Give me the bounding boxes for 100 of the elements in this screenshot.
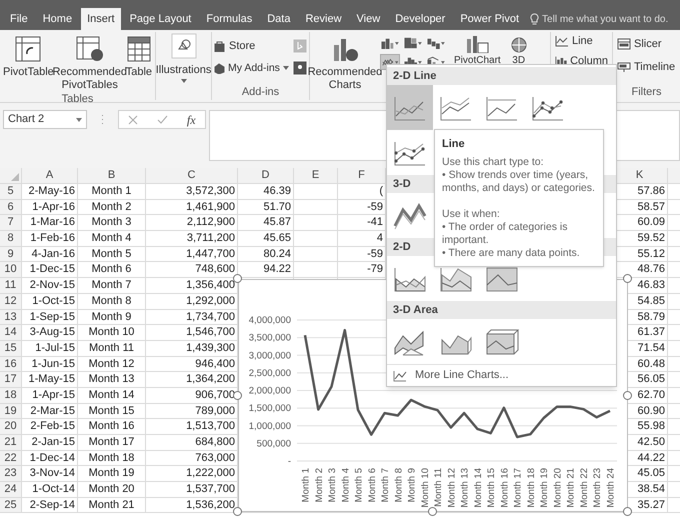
- table-cell: 1,461,900: [186, 200, 235, 213]
- table-cell: 55.98: [637, 420, 665, 432]
- table-cell: 1,439,300: [186, 342, 235, 354]
- table-cell: 1-Oct-14: [32, 483, 75, 496]
- table-cell: Month 7: [92, 279, 132, 292]
- table-cell: 2-Jan-15: [32, 436, 75, 448]
- table-cell: 789,000: [195, 404, 235, 417]
- table-cell: 45.65: [263, 232, 291, 244]
- x-axis-label: Month 15: [486, 468, 498, 508]
- table-cell: 3,572,300: [186, 185, 235, 197]
- x-axis-label: Month 6: [366, 468, 378, 502]
- table-cell: 56.05: [637, 373, 665, 386]
- group-label: Filters: [630, 85, 662, 100]
- table-cell: 71.54: [637, 342, 665, 354]
- table-cell: 2-May-16: [28, 185, 75, 197]
- section-header: 2-D Line: [387, 67, 616, 85]
- table-cell: Month 20: [88, 483, 134, 496]
- x-axis-label: Month 14: [472, 468, 484, 508]
- table-cell: Month 3: [92, 216, 132, 228]
- table-cell: 1-May-15: [28, 373, 75, 386]
- table-cell: 763,000: [195, 452, 235, 464]
- table-cell: 2-Sep-14: [30, 498, 75, 511]
- y-axis-label: 4,000,000: [248, 315, 291, 326]
- table-cell: 748,600: [195, 263, 235, 276]
- table-cell: 3-Nov-14: [30, 467, 75, 480]
- table-cell: 4: [376, 232, 383, 244]
- table-cell: Month 19: [88, 467, 134, 480]
- x-axis-label: Month 19: [539, 468, 550, 508]
- table-cell: Month 21: [88, 498, 134, 511]
- table-cell: Month 4: [92, 232, 132, 244]
- table-cell: 60.09: [637, 216, 665, 228]
- x-axis-label: Month 17: [512, 468, 524, 508]
- x-axis-label: Month 18: [526, 468, 537, 508]
- table-cell: 1-Mar-16: [30, 216, 75, 228]
- table-cell: 1,537,700: [186, 483, 235, 496]
- tooltip-text: Use this chart type to:: [442, 156, 545, 168]
- table-cell: 1,734,700: [186, 310, 235, 322]
- table-cell: 35.27: [637, 498, 665, 511]
- table-cell: Month 13: [88, 373, 134, 386]
- table-cell: 1,536,200: [186, 498, 235, 511]
- y-axis-label: -: [288, 456, 291, 467]
- table-cell: Month 6: [92, 263, 132, 276]
- table-cell: Month 8: [92, 294, 132, 307]
- tooltip-title: Line: [442, 137, 466, 152]
- table-cell: 1,356,400: [186, 279, 235, 292]
- table-cell: 58.79: [637, 310, 665, 322]
- table-cell: -59: [367, 200, 383, 213]
- table-cell: 58.57: [637, 200, 665, 213]
- table-cell: 1-Jul-15: [35, 342, 75, 354]
- x-axis-label: Month 24: [606, 468, 616, 508]
- y-axis-label: 2,000,000: [248, 386, 291, 396]
- x-axis-label: Month 9: [406, 468, 418, 502]
- x-axis-label: Month 23: [592, 468, 604, 508]
- section-header: 3-D Area: [387, 301, 616, 319]
- x-axis-label: Month 10: [420, 468, 431, 508]
- x-axis-label: Month 5: [354, 468, 365, 502]
- table-cell: 42.50: [637, 436, 665, 448]
- table-cell: Month 1: [92, 185, 132, 197]
- table-cell: (: [379, 185, 383, 197]
- y-axis-label: 3,500,000: [248, 332, 291, 344]
- y-axis-label: 3,000,000: [248, 350, 291, 362]
- x-axis-label: Month 11: [433, 468, 444, 507]
- y-axis-label: 1,000,000: [248, 420, 291, 432]
- table-cell: 94.22: [263, 263, 291, 276]
- table-cell: 45.87: [263, 216, 291, 228]
- table-cell: 38.54: [637, 483, 665, 496]
- table-cell: -41: [367, 216, 383, 228]
- x-axis-label: Month 16: [499, 468, 510, 508]
- table-cell: 57.86: [637, 185, 665, 197]
- table-cell: 2,112,900: [186, 216, 235, 228]
- table-cell: 1-Dec-15: [30, 263, 75, 276]
- x-axis-label: Month 4: [340, 468, 352, 502]
- table-cell: 2-Feb-15: [30, 420, 75, 432]
- table-cell: Month 15: [88, 404, 134, 417]
- x-axis-label: Month 13: [460, 468, 471, 508]
- table-cell: 684,800: [195, 436, 235, 448]
- x-axis-label: Month 8: [393, 468, 404, 502]
- table-cell: Month 14: [88, 388, 134, 401]
- table-cell: 2-Nov-15: [30, 279, 75, 292]
- table-cell: 3-Aug-15: [30, 326, 75, 338]
- x-axis-label: Month 3: [327, 468, 338, 502]
- table-cell: 1-Apr-16: [32, 200, 75, 213]
- table-cell: 1,292,000: [186, 294, 235, 307]
- table-cell: Month 11: [88, 342, 134, 354]
- x-axis-label: Month 1: [300, 468, 312, 502]
- table-cell: 54.85: [637, 294, 665, 307]
- table-cell: -79: [367, 263, 383, 276]
- x-axis-label: Month 2: [314, 468, 325, 502]
- x-axis-label: Month 7: [380, 468, 392, 502]
- group-label: Tables: [60, 92, 94, 107]
- y-axis-label: 1,500,000: [248, 403, 291, 414]
- table-cell: 46.83: [637, 279, 665, 292]
- table-cell: 48.76: [637, 263, 665, 276]
- table-cell: 4-Jan-16: [32, 248, 75, 260]
- table-cell: 62.70: [637, 388, 665, 401]
- table-cell: 1-Feb-16: [30, 232, 75, 244]
- table-cell: 80.24: [263, 248, 291, 260]
- table-cell: 2-Mar-15: [30, 404, 75, 417]
- x-axis-label: Month 21: [566, 468, 577, 508]
- table-cell: Month 17: [88, 436, 134, 448]
